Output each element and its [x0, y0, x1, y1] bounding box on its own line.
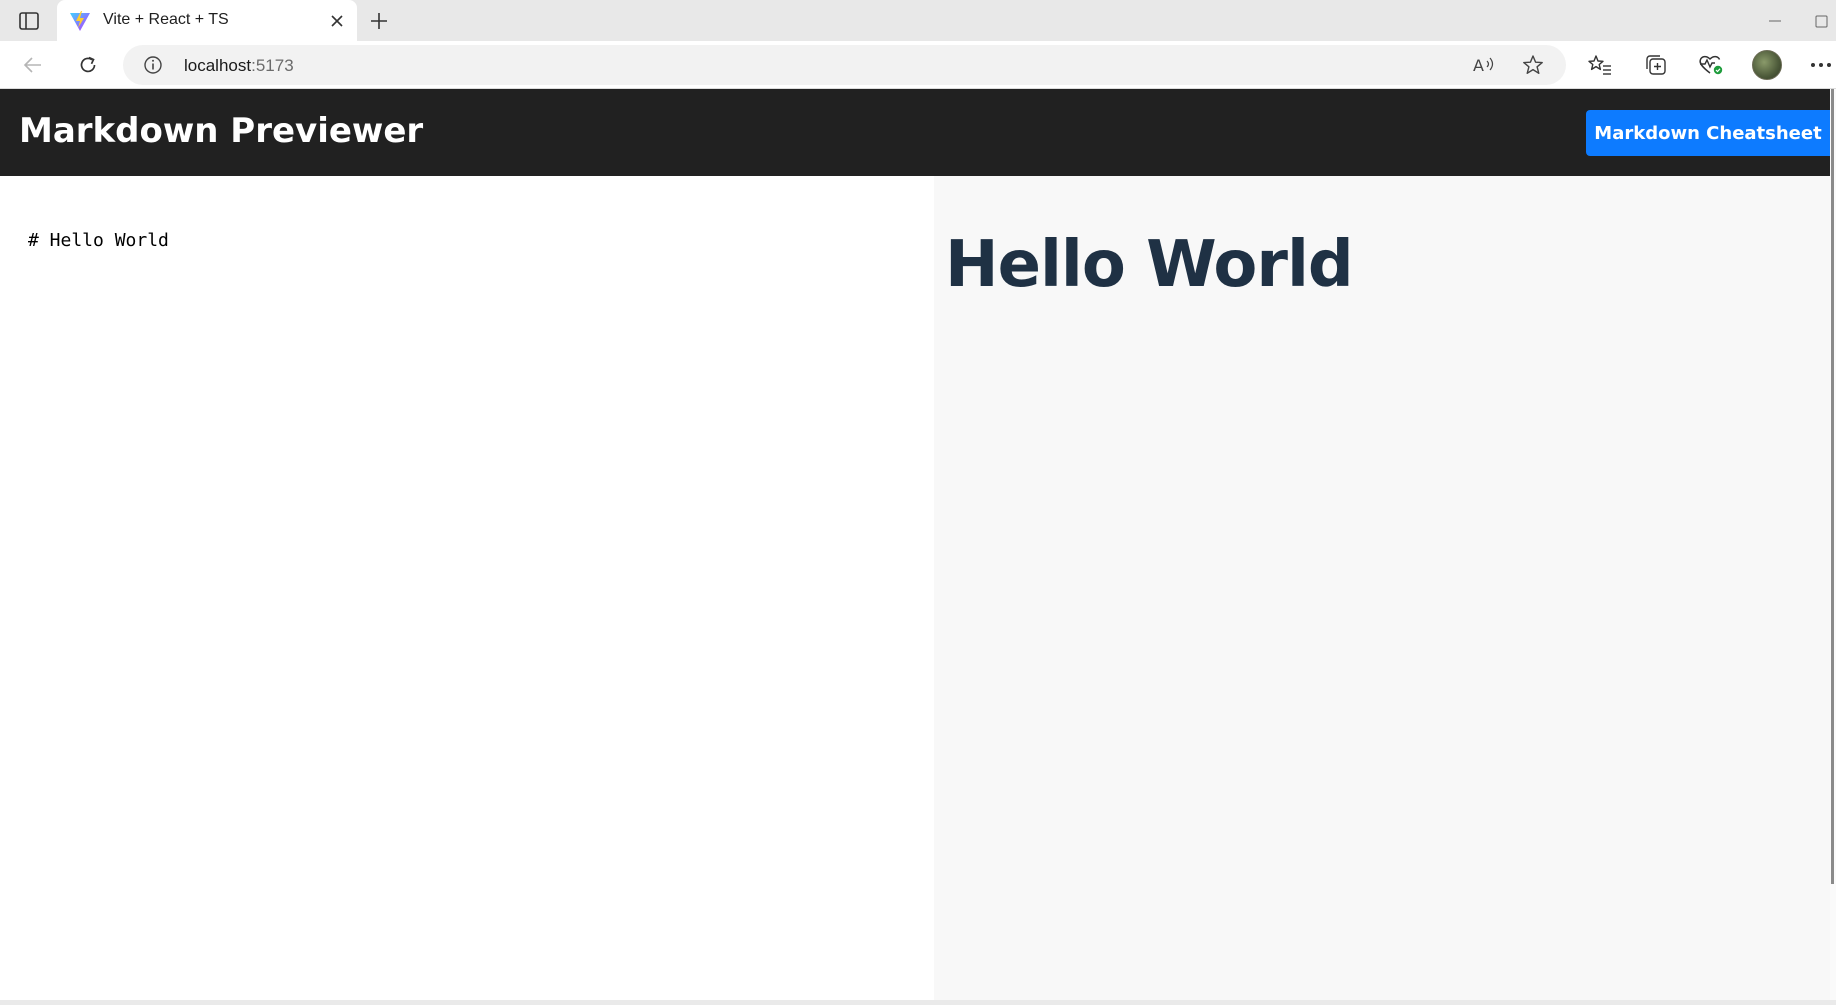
maximize-icon[interactable]: [1814, 8, 1836, 34]
editor-content[interactable]: # Hello World: [28, 230, 169, 251]
collections-icon[interactable]: [1640, 50, 1672, 80]
address-bar[interactable]: localhost:5173 A: [123, 45, 1566, 85]
app-root: Markdown Previewer Markdown Cheatsheet #…: [0, 89, 1830, 1000]
star-icon[interactable]: [1518, 51, 1548, 79]
heart-pulse-icon[interactable]: [1695, 50, 1727, 80]
preview-heading: Hello World: [945, 228, 1354, 302]
read-aloud-icon[interactable]: A: [1469, 51, 1499, 79]
reload-icon[interactable]: [71, 49, 105, 81]
new-tab-button[interactable]: [364, 6, 394, 36]
url-host: localhost: [184, 56, 252, 75]
url-text[interactable]: localhost:5173: [184, 56, 294, 76]
back-arrow-icon[interactable]: [16, 49, 50, 81]
plus-icon: [371, 13, 387, 29]
more-dots-icon[interactable]: [1806, 50, 1836, 80]
markdown-preview: Hello World: [934, 176, 1830, 1000]
url-port: :5173: [251, 56, 294, 75]
profile-button[interactable]: [1751, 50, 1783, 80]
browser-toolbar: localhost:5173 A: [0, 41, 1836, 89]
favorites-list-icon[interactable]: [1584, 50, 1616, 80]
vite-logo-icon: [69, 10, 91, 32]
browser-tab[interactable]: Vite + React + TS: [57, 0, 357, 41]
scrollbar-thumb[interactable]: [1831, 89, 1834, 884]
app-title: Markdown Previewer: [19, 111, 424, 151]
app-header: Markdown Previewer Markdown Cheatsheet: [0, 89, 1830, 176]
page-scrollbar[interactable]: [1830, 89, 1836, 1000]
markdown-cheatsheet-button[interactable]: Markdown Cheatsheet: [1586, 110, 1830, 156]
sidebar-toggle-icon[interactable]: [12, 6, 46, 36]
close-icon[interactable]: [325, 9, 349, 33]
window-bottom-edge: [0, 1000, 1836, 1005]
svg-text:A: A: [1473, 56, 1484, 75]
browser-tab-bar: Vite + React + TS: [0, 0, 1836, 41]
info-icon[interactable]: [143, 55, 163, 75]
tab-title: Vite + React + TS: [103, 11, 229, 28]
avatar: [1752, 50, 1782, 80]
minimize-icon[interactable]: [1762, 8, 1788, 34]
markdown-editor[interactable]: # Hello World: [0, 176, 934, 1000]
